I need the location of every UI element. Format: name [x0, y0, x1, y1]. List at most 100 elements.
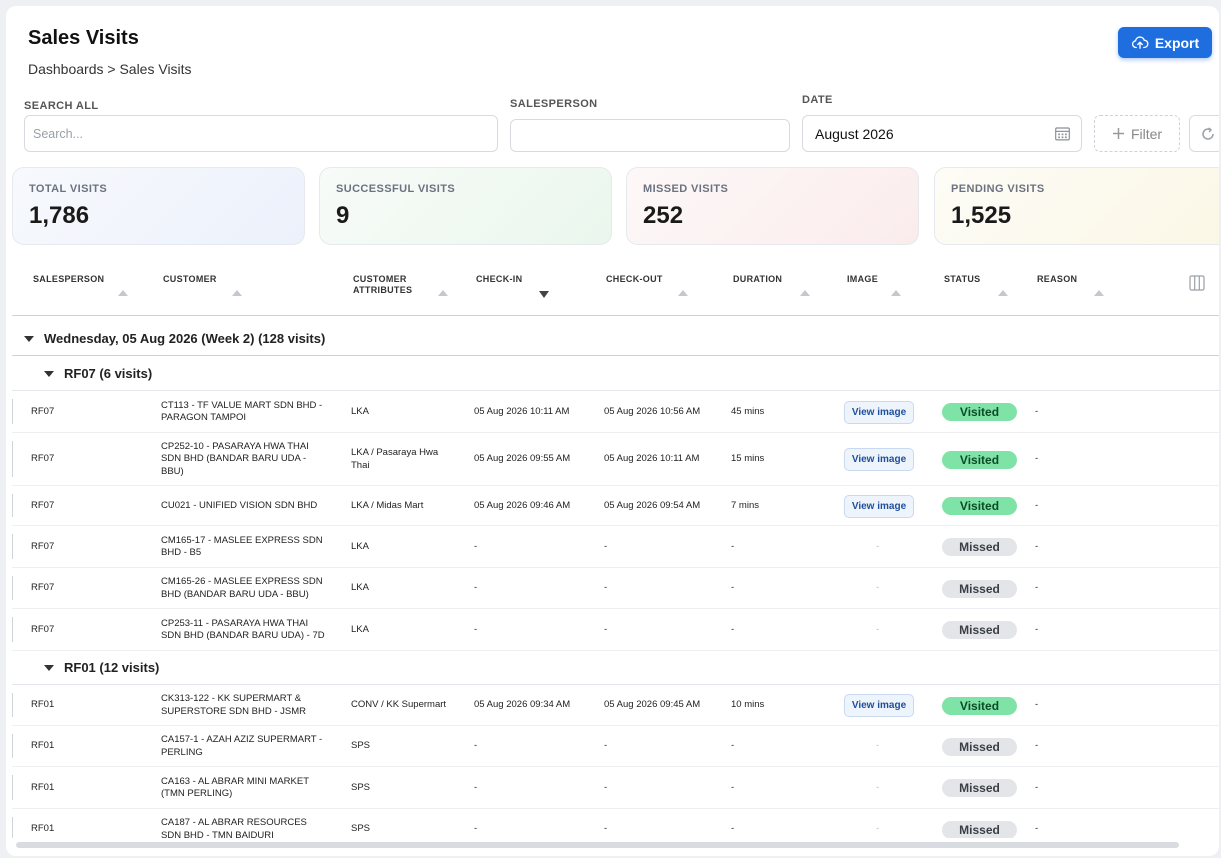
check-out-cell: 05 Aug 2026 09:54 AM — [604, 499, 701, 511]
column-header-duration[interactable]: DURATION — [733, 274, 782, 285]
check-in-cell: - — [474, 823, 478, 835]
collapse-caret-icon[interactable] — [44, 664, 54, 671]
refresh-icon — [1202, 126, 1214, 140]
columns-icon[interactable] — [1189, 275, 1205, 291]
salesperson-cell: RF07 — [31, 582, 55, 594]
column-header-check-out[interactable]: CHECK-OUT — [606, 274, 663, 285]
salesperson-group-header[interactable]: RF07 (6 visits) — [12, 357, 1219, 391]
column-header-customer-attributes[interactable]: CUSTOMER ATTRIBUTES — [353, 274, 412, 296]
attributes-cell: LKA / Midas Mart — [351, 500, 461, 513]
sort-asc-icon[interactable] — [891, 290, 901, 296]
stat-total-visits: TOTAL VISITS 1,786 — [12, 167, 305, 245]
column-header-check-in[interactable]: CHECK-IN — [476, 274, 522, 285]
stat-pending-visits: PENDING VISITS 1,525 — [934, 167, 1219, 245]
export-button[interactable]: Export — [1118, 27, 1212, 58]
table-row[interactable]: RF07 CP252-10 - PASARAYA HWA THAI SDN BHD … — [12, 433, 1219, 486]
customer-cell: CM165-26 - MASLEE EXPRESS SDN BHD (BANDAR… — [161, 576, 336, 601]
image-cell: - — [876, 823, 880, 835]
table-row[interactable]: RF07 CP253-11 - PASARAYA HWA THAI SDN BHD … — [12, 609, 1219, 651]
salesperson-group-label: RF07 (6 visits) — [64, 366, 153, 381]
date-picker[interactable]: August 2026 — [802, 115, 1082, 152]
column-header-reason[interactable]: REASON — [1037, 274, 1077, 285]
view-image-button[interactable]: View image — [844, 694, 914, 717]
image-cell: - — [876, 781, 880, 793]
view-image-button[interactable]: View image — [844, 448, 914, 471]
table-row[interactable]: RF01 CA187 - AL ABRAR RESOURCES SDN BHD - … — [12, 809, 1219, 838]
customer-cell-line: CP253-11 - PASARAYA HWA THAI — [161, 617, 309, 629]
view-image-button[interactable]: View image — [844, 400, 914, 424]
customer-cell-line: SDN BHD - TMN BAIDURI — [161, 829, 274, 839]
calendar-icon[interactable] — [1054, 125, 1071, 142]
customer-cell: CA157-1 - AZAH AZIZ SUPERMART - PERLING — [161, 734, 336, 759]
cloud-upload-icon — [1131, 35, 1149, 49]
duration-cell: - — [731, 623, 735, 635]
column-header-label: STATUS — [944, 274, 981, 284]
visits-table: SALESPERSON CUSTOMER CUSTOMER ATTRIBUTES CHE… — [12, 258, 1219, 838]
collapse-caret-icon[interactable] — [44, 370, 54, 377]
customer-cell-line: (TMN PERLING) — [161, 788, 233, 799]
column-header-customer[interactable]: CUSTOMER — [163, 274, 217, 285]
reset-button[interactable] — [1189, 115, 1219, 152]
customer-cell-line: BHD (BANDAR BARU UDA - BBU) — [161, 588, 309, 600]
sort-asc-icon[interactable] — [678, 290, 688, 296]
sort-asc-icon[interactable] — [118, 290, 128, 296]
view-image-button[interactable]: View image — [844, 494, 914, 518]
status-badge: Missed — [942, 737, 1017, 756]
customer-cell-line: CA187 - AL ABRAR RESOURCES — [161, 817, 307, 828]
table-row[interactable]: RF01 CK313-122 - KK SUPERMART & SUPERSTORE… — [12, 685, 1219, 726]
attributes-cell-line: Thai — [351, 459, 370, 471]
column-header-image[interactable]: IMAGE — [847, 274, 878, 285]
sort-desc-icon[interactable] — [539, 291, 549, 298]
table-header: SALESPERSON CUSTOMER CUSTOMER ATTRIBUTES CHE… — [12, 258, 1219, 316]
page-title: Sales Visits — [28, 27, 139, 49]
customer-cell-line: PARAGON TAMPOI — [161, 412, 246, 423]
horizontal-scrollbar[interactable] — [16, 842, 1179, 848]
day-group-header[interactable]: Wednesday, 05 Aug 2026 (Week 2) (128 vis… — [12, 322, 1219, 356]
column-header-salesperson[interactable]: SALESPERSON — [33, 274, 104, 285]
sort-asc-icon[interactable] — [232, 290, 242, 296]
column-header-status[interactable]: STATUS — [944, 274, 980, 285]
table-row[interactable]: RF07 CU021 - UNIFIED VISION SDN BHD LKA / … — [12, 486, 1219, 526]
sort-asc-icon[interactable] — [1094, 290, 1104, 296]
stat-label: PENDING VISITS — [951, 183, 1045, 195]
table-row[interactable]: RF07 CM165-26 - MASLEE EXPRESS SDN BHD (BA… — [12, 568, 1219, 609]
image-cell: - — [876, 540, 880, 552]
filter-button[interactable]: Filter — [1094, 115, 1180, 152]
reason-cell: - — [1035, 823, 1039, 835]
table-row[interactable]: RF01 CA157-1 - AZAH AZIZ SUPERMART - PERLI… — [12, 726, 1219, 767]
salesperson-select[interactable] — [510, 119, 790, 152]
breadcrumb[interactable]: Dashboards > Sales Visits — [28, 61, 192, 77]
customer-cell: CA163 - AL ABRAR MINI MARKET (TMN PERLING… — [161, 776, 336, 801]
check-out-cell: 05 Aug 2026 10:11 AM — [604, 453, 700, 465]
sort-asc-icon[interactable] — [438, 290, 448, 296]
customer-cell: CP252-10 - PASARAYA HWA THAI SDN BHD (BAN… — [161, 441, 336, 479]
stat-value: 1,525 — [951, 202, 1012, 229]
customer-cell-line: CA157-1 - AZAH AZIZ SUPERMART - — [161, 734, 323, 745]
customer-cell-line: SDN BHD (BANDAR BARU UDA - — [161, 453, 307, 465]
reason-cell: - — [1035, 781, 1039, 793]
stat-value: 1,786 — [29, 202, 90, 229]
table-row[interactable]: RF01 CA163 - AL ABRAR MINI MARKET (TMN PER… — [12, 767, 1219, 809]
sort-asc-icon[interactable] — [800, 290, 810, 296]
customer-cell-line: BHD - B5 — [161, 547, 202, 558]
salesperson-group-header[interactable]: RF01 (12 visits) — [12, 651, 1219, 685]
duration-cell: 7 mins — [731, 499, 759, 511]
customer-cell-line: SUPERSTORE SDN BHD - JSMR — [161, 705, 306, 717]
image-cell: - — [876, 623, 880, 635]
attributes-cell: SPS — [351, 823, 461, 836]
customer-cell: CK313-122 - KK SUPERMART & SUPERSTORE SDN… — [161, 693, 336, 718]
table-row[interactable]: RF07 CT113 - TF VALUE MART SDN BHD - PARAG… — [12, 391, 1219, 433]
day-group-label: Wednesday, 05 Aug 2026 (Week 2) (128 vis… — [44, 331, 326, 346]
check-out-cell: 05 Aug 2026 09:45 AM — [604, 699, 701, 711]
collapse-caret-icon[interactable] — [24, 335, 34, 342]
customer-cell-line: CP252-10 - PASARAYA HWA THAI — [161, 440, 309, 452]
sort-asc-icon[interactable] — [998, 290, 1008, 296]
column-header-label: DURATION — [733, 274, 783, 284]
check-out-cell: - — [604, 623, 608, 635]
table-row[interactable]: RF07 CM165-17 - MASLEE EXPRESS SDN BHD - B… — [12, 526, 1219, 568]
check-in-cell: 05 Aug 2026 09:34 AM — [474, 699, 571, 711]
search-input[interactable] — [24, 115, 498, 152]
salesperson-label: SALESPERSON — [510, 98, 598, 110]
reason-cell: - — [1035, 540, 1039, 552]
check-out-cell: - — [604, 823, 608, 835]
